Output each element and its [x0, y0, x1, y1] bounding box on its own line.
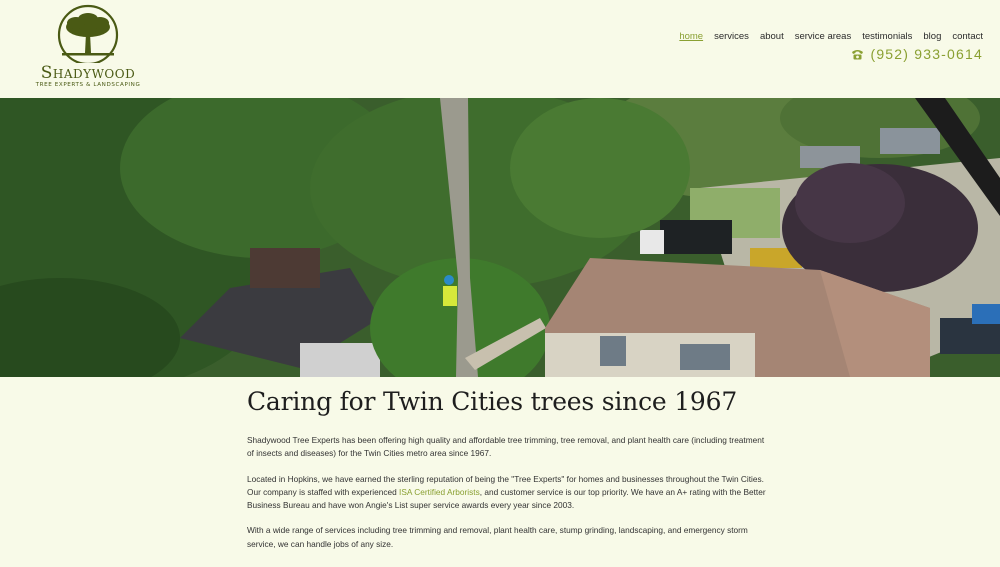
main-content: Caring for Twin Cities trees since 1967 …	[247, 380, 767, 551]
nav-contact[interactable]: contact	[952, 31, 983, 42]
aerial-tree-photo	[0, 98, 1000, 377]
nav-service-areas[interactable]: service areas	[795, 31, 852, 42]
logo-tagline: TREE EXPERTS & LANDSCAPING	[35, 82, 141, 88]
services-paragraph: With a wide range of services including …	[247, 525, 748, 549]
phone-icon	[852, 49, 864, 59]
logo[interactable]: Shadywood TREE EXPERTS & LANDSCAPING	[26, 3, 150, 93]
nav-about[interactable]: about	[760, 31, 784, 42]
hero-image	[0, 98, 1000, 377]
isa-certified-arborists-link[interactable]: ISA Certified Arborists	[399, 487, 480, 497]
page-heading: Caring for Twin Cities trees since 1967	[247, 387, 738, 416]
nav-testimonials[interactable]: testimonials	[862, 31, 912, 42]
site-header: Shadywood TREE EXPERTS & LANDSCAPING hom…	[0, 0, 1000, 98]
nav-blog[interactable]: blog	[923, 31, 941, 42]
nav-home[interactable]: home	[679, 31, 703, 42]
tree-logo-icon	[57, 4, 119, 63]
phone-number: (952) 933-0614	[870, 46, 983, 62]
intro-paragraph: Shadywood Tree Experts has been offering…	[247, 435, 765, 459]
phone-link[interactable]: (952) 933-0614	[851, 46, 983, 62]
nav-services[interactable]: services	[714, 31, 749, 42]
main-nav: home services about service areas testim…	[679, 31, 983, 42]
logo-wordmark: Shadywood	[40, 63, 136, 83]
location-paragraph: Located in Hopkins, we have earned the s…	[247, 473, 767, 513]
